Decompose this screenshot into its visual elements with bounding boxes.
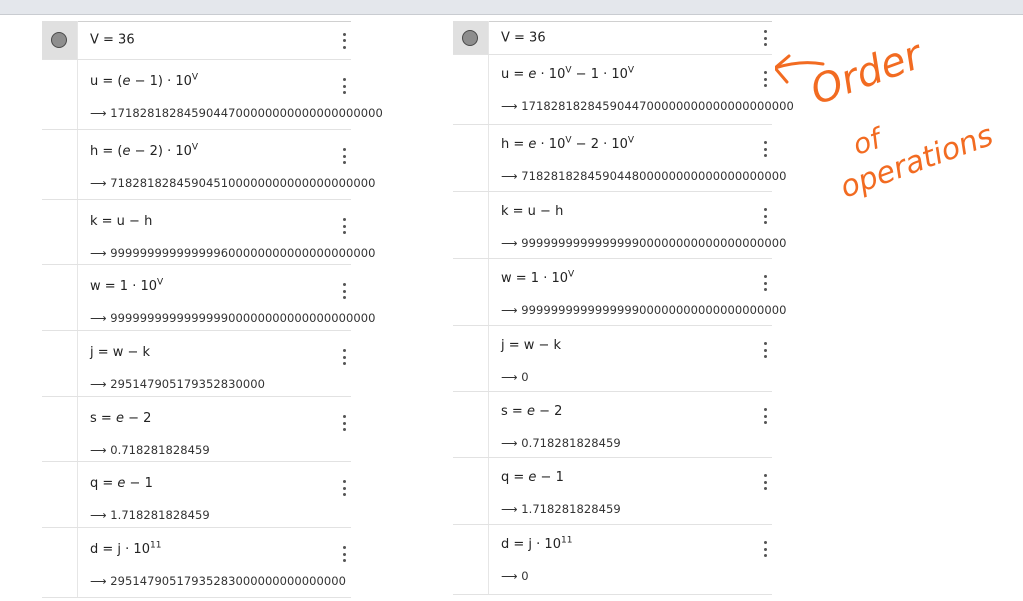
row-gutter [42,528,78,597]
algebra-formula[interactable]: w = 1 · 10V [90,278,163,294]
row-gutter [453,21,489,54]
more-menu-icon[interactable] [762,30,768,46]
algebra-row[interactable]: u = e · 10V − 1 · 10V ⟶ 17182818284590447… [453,55,794,125]
more-menu-icon[interactable] [762,541,768,557]
more-menu-icon[interactable] [762,208,768,224]
algebra-row[interactable]: V = 36 [42,21,351,60]
algebra-output: ⟶ 29514790517935283000000000000000 [90,574,346,588]
algebra-output: ⟶ 1718281828459044700000000000000000000 [501,99,794,113]
algebra-formula[interactable]: V = 36 [90,33,135,48]
algebra-row[interactable]: w = 1 · 10V ⟶ 999999999999999900000000000… [453,259,786,326]
algebra-output: ⟶ 1.718281828459 [501,502,621,516]
row-gutter [453,458,489,524]
more-menu-icon[interactable] [341,283,347,299]
algebra-output: ⟶ 999999999999999600000000000000000000 [90,246,376,260]
algebra-formula[interactable]: h = (e − 2) · 10V [90,143,198,159]
algebra-formula[interactable]: u = (e − 1) · 10V [90,73,198,89]
algebra-formula[interactable]: q = e − 1 [90,476,153,491]
algebra-formula[interactable]: j = w − k [501,338,561,353]
more-menu-icon[interactable] [762,71,768,87]
algebra-output: ⟶ 999999999999999900000000000000000000 [501,236,787,250]
algebra-output: ⟶ 0.718281828459 [90,443,210,457]
more-menu-icon[interactable] [341,78,347,94]
algebra-row[interactable]: d = j · 1011 ⟶ 29514790517935283000000000… [42,528,351,598]
algebra-row[interactable]: k = u − h ⟶ 99999999999999990000000000000… [453,192,786,259]
svg-text:Order: Order [805,31,931,114]
algebra-output: ⟶ 0 [501,370,529,384]
algebra-row[interactable]: q = e − 1 ⟶ 1.718281828459 [42,462,351,528]
more-menu-icon[interactable] [341,480,347,496]
algebra-formula[interactable]: d = j · 1011 [90,541,161,557]
algebra-output: ⟶ 0 [501,569,529,583]
algebra-output: ⟶ 1718281828459044700000000000000000000 [90,106,383,120]
algebra-row[interactable]: V = 36 [453,21,772,55]
algebra-row[interactable]: h = (e − 2) · 10V ⟶ 718281828459045100000… [42,130,375,200]
algebra-row[interactable]: q = e − 1 ⟶ 1.718281828459 [453,458,772,525]
row-gutter [453,55,489,124]
algebra-output: ⟶ 295147905179352830000 [90,377,265,391]
more-menu-icon[interactable] [341,218,347,234]
algebra-formula[interactable]: V = 36 [501,30,546,45]
more-menu-icon[interactable] [341,148,347,164]
algebra-output: ⟶ 0.718281828459 [501,436,621,450]
more-menu-icon[interactable] [762,342,768,358]
algebra-formula[interactable]: u = e · 10V − 1 · 10V [501,66,634,82]
algebra-row[interactable]: h = e · 10V − 2 · 10V ⟶ 71828182845904480… [453,125,786,192]
algebra-formula[interactable]: j = w − k [90,345,150,360]
algebra-formula[interactable]: k = u − h [90,214,152,229]
row-gutter [453,125,489,191]
row-gutter [453,192,489,258]
more-menu-icon[interactable] [341,32,347,49]
algebra-output: ⟶ 718281828459044800000000000000000000 [501,169,787,183]
more-menu-icon[interactable] [341,349,347,365]
visibility-toggle-icon[interactable] [51,32,67,48]
algebra-output: ⟶ 718281828459045100000000000000000000 [90,176,376,190]
more-menu-icon[interactable] [762,408,768,424]
algebra-formula[interactable]: s = e − 2 [90,411,151,426]
algebra-row[interactable]: s = e − 2 ⟶ 0.718281828459 [42,397,351,462]
algebra-formula[interactable]: s = e − 2 [501,404,562,419]
row-gutter [453,392,489,457]
visibility-toggle-icon[interactable] [462,29,478,46]
algebra-output: ⟶ 999999999999999900000000000000000000 [501,303,787,317]
row-gutter [42,331,78,396]
row-gutter [42,265,78,330]
algebra-row[interactable]: k = u − h ⟶ 99999999999999960000000000000… [42,200,375,265]
algebra-output: ⟶ 1.718281828459 [90,508,210,522]
more-menu-icon[interactable] [762,474,768,490]
row-gutter [42,200,78,264]
algebra-row[interactable]: j = w − k ⟶ 295147905179352830000 [42,331,351,397]
algebra-row[interactable]: j = w − k ⟶ 0 [453,326,772,392]
row-gutter [42,397,78,461]
more-menu-icon[interactable] [341,415,347,431]
row-gutter [42,130,78,199]
algebra-formula[interactable]: k = u − h [501,204,563,219]
row-gutter [42,462,78,527]
algebra-formula[interactable]: d = j · 1011 [501,536,572,552]
more-menu-icon[interactable] [341,546,347,562]
row-gutter [453,259,489,325]
row-gutter [453,525,489,594]
algebra-row[interactable]: d = j · 1011 ⟶ 0 [453,525,772,595]
algebra-row[interactable]: w = 1 · 10V ⟶ 999999999999999900000000000… [42,265,375,331]
algebra-formula[interactable]: q = e − 1 [501,470,564,485]
top-toolbar [0,0,1023,15]
row-gutter [42,60,78,129]
algebra-row[interactable]: s = e − 2 ⟶ 0.718281828459 [453,392,772,458]
more-menu-icon[interactable] [762,141,768,157]
row-gutter [42,21,78,59]
more-menu-icon[interactable] [762,275,768,291]
algebra-output: ⟶ 999999999999999900000000000000000000 [90,311,376,325]
algebra-row[interactable]: u = (e − 1) · 10V ⟶ 171828182845904470000… [42,60,383,130]
algebra-formula[interactable]: w = 1 · 10V [501,270,574,286]
handwritten-annotation: Order of operations [775,31,998,206]
algebra-formula[interactable]: h = e · 10V − 2 · 10V [501,136,634,152]
row-gutter [453,326,489,391]
